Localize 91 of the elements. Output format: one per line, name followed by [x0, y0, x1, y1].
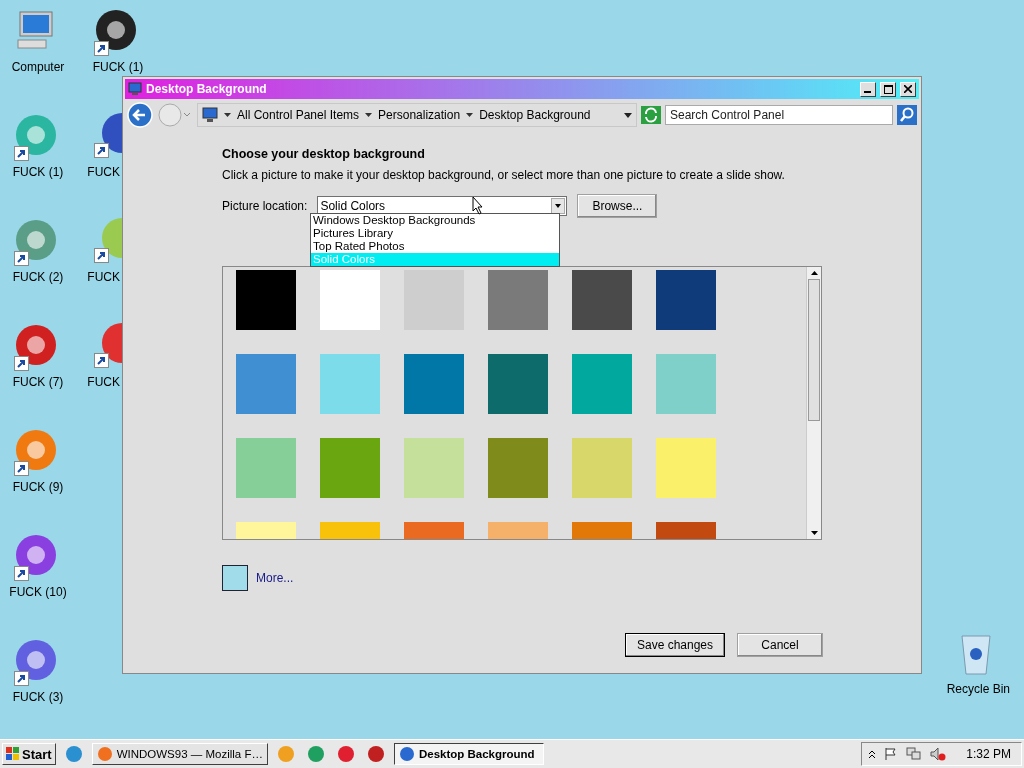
color-swatch[interactable]: [320, 270, 380, 330]
app-icon[interactable]: [94, 323, 122, 369]
search-field[interactable]: Search Control Panel: [665, 105, 893, 125]
color-swatch[interactable]: [320, 354, 380, 414]
desktop-icon[interactable]: FUCK (3): [0, 638, 76, 714]
icon-label: FUCK (7): [12, 375, 64, 389]
color-swatch[interactable]: [404, 354, 464, 414]
breadcrumb-item[interactable]: Desktop Background: [479, 108, 591, 122]
icon-label[interactable]: FUCK: [87, 375, 122, 389]
address-bar[interactable]: All Control Panel Items Personalization Desktop Background: [197, 103, 637, 127]
color-swatch[interactable]: [572, 438, 632, 498]
app-icon: [96, 746, 113, 762]
color-swatch[interactable]: [236, 354, 296, 414]
taskbar-button[interactable]: WINDOWS93 — Mozilla F…: [91, 743, 268, 765]
desktop-icon[interactable]: Recycle Bin: [946, 630, 1010, 706]
icon-label: Recycle Bin: [946, 682, 1010, 696]
monitor-icon: [128, 82, 142, 96]
caret-icon[interactable]: [624, 112, 632, 118]
color-swatch[interactable]: [656, 438, 716, 498]
scroll-down-icon[interactable]: [810, 531, 818, 535]
color-swatch[interactable]: [488, 354, 548, 414]
color-swatch[interactable]: [236, 438, 296, 498]
more-link[interactable]: More...: [256, 571, 294, 585]
color-swatch[interactable]: [320, 438, 380, 498]
browse-button[interactable]: Browse...: [577, 194, 658, 218]
icon-label: FUCK (9): [12, 480, 64, 494]
clock[interactable]: 1:32 PM: [966, 747, 1011, 761]
window-title: Desktop Background: [146, 82, 268, 96]
color-swatch[interactable]: [572, 354, 632, 414]
heading: Choose your desktop background: [222, 147, 426, 161]
desktop-icon[interactable]: Computer: [0, 8, 76, 84]
icon-label: Computer: [11, 60, 65, 74]
back-button[interactable]: [127, 102, 153, 128]
breadcrumb-item[interactable]: Personalization: [378, 108, 461, 122]
icon-label: FUCK (10): [9, 585, 67, 599]
network-icon[interactable]: [906, 747, 923, 761]
color-swatch[interactable]: [222, 565, 248, 591]
taskbar-button[interactable]: Desktop Background: [393, 743, 544, 765]
color-swatch[interactable]: [488, 270, 548, 330]
icon-label[interactable]: FUCK: [87, 165, 122, 179]
app-icon: [14, 533, 58, 577]
desktop-icon[interactable]: FUCK (1): [0, 113, 76, 189]
icon-label: FUCK (3): [12, 690, 64, 704]
app-icon: [398, 746, 415, 762]
icon-label: FUCK (1): [12, 165, 64, 179]
icon-label: FUCK (1): [92, 60, 144, 74]
color-swatch[interactable]: [656, 270, 716, 330]
color-swatch[interactable]: [488, 438, 548, 498]
app-icon: [14, 113, 58, 157]
caret-icon[interactable]: [365, 112, 373, 118]
app-icon: [14, 218, 58, 262]
caret-icon: [555, 204, 562, 208]
chevron-up-icon[interactable]: [868, 749, 877, 759]
app-icon[interactable]: [94, 113, 122, 159]
color-swatch[interactable]: [572, 270, 632, 330]
app-icon[interactable]: [94, 218, 122, 264]
app-icon: [94, 8, 138, 52]
icon-label[interactable]: FUCK: [87, 270, 122, 284]
color-swatch[interactable]: [404, 438, 464, 498]
minimize-button[interactable]: [860, 81, 876, 97]
color-swatch[interactable]: [656, 354, 716, 414]
close-button[interactable]: [900, 81, 916, 97]
icon-label: FUCK (2): [12, 270, 64, 284]
desktop-icon[interactable]: FUCK (10): [0, 533, 76, 609]
desktop-icon[interactable]: FUCK (2): [0, 218, 76, 294]
monitor-icon: [202, 107, 218, 123]
desktop-icon[interactable]: FUCK (1): [80, 8, 156, 84]
app-icon: [14, 323, 58, 367]
close-icon: [904, 85, 912, 93]
desktop-icon[interactable]: FUCK (9): [0, 428, 76, 504]
flag-icon[interactable]: [884, 747, 899, 761]
refresh-button[interactable]: [641, 106, 661, 124]
windows-logo-icon: [6, 747, 20, 761]
maximize-button[interactable]: [880, 81, 896, 97]
desktop-icon[interactable]: FUCK (7): [0, 323, 76, 399]
caret-icon[interactable]: [224, 112, 231, 118]
field-label: Picture location:: [222, 199, 308, 213]
scroll-up-icon[interactable]: [810, 271, 818, 275]
maximize-icon: [883, 84, 893, 94]
speaker-muted-icon[interactable]: [930, 747, 947, 761]
description: Click a picture to make it your desktop background, or select more than one picture to create a slide show.: [222, 168, 786, 182]
caret-icon[interactable]: [466, 112, 474, 118]
cancel-button[interactable]: Cancel: [737, 633, 823, 657]
app-icon: [14, 428, 58, 472]
scroll-thumb[interactable]: [808, 279, 820, 421]
color-swatch[interactable]: [236, 270, 296, 330]
breadcrumb-item[interactable]: All Control Panel Items: [237, 108, 360, 122]
search-icon[interactable]: [897, 105, 917, 125]
app-icon: [14, 638, 58, 682]
start-button[interactable]: Start: [2, 743, 56, 765]
save-button[interactable]: Save changes: [625, 633, 725, 657]
